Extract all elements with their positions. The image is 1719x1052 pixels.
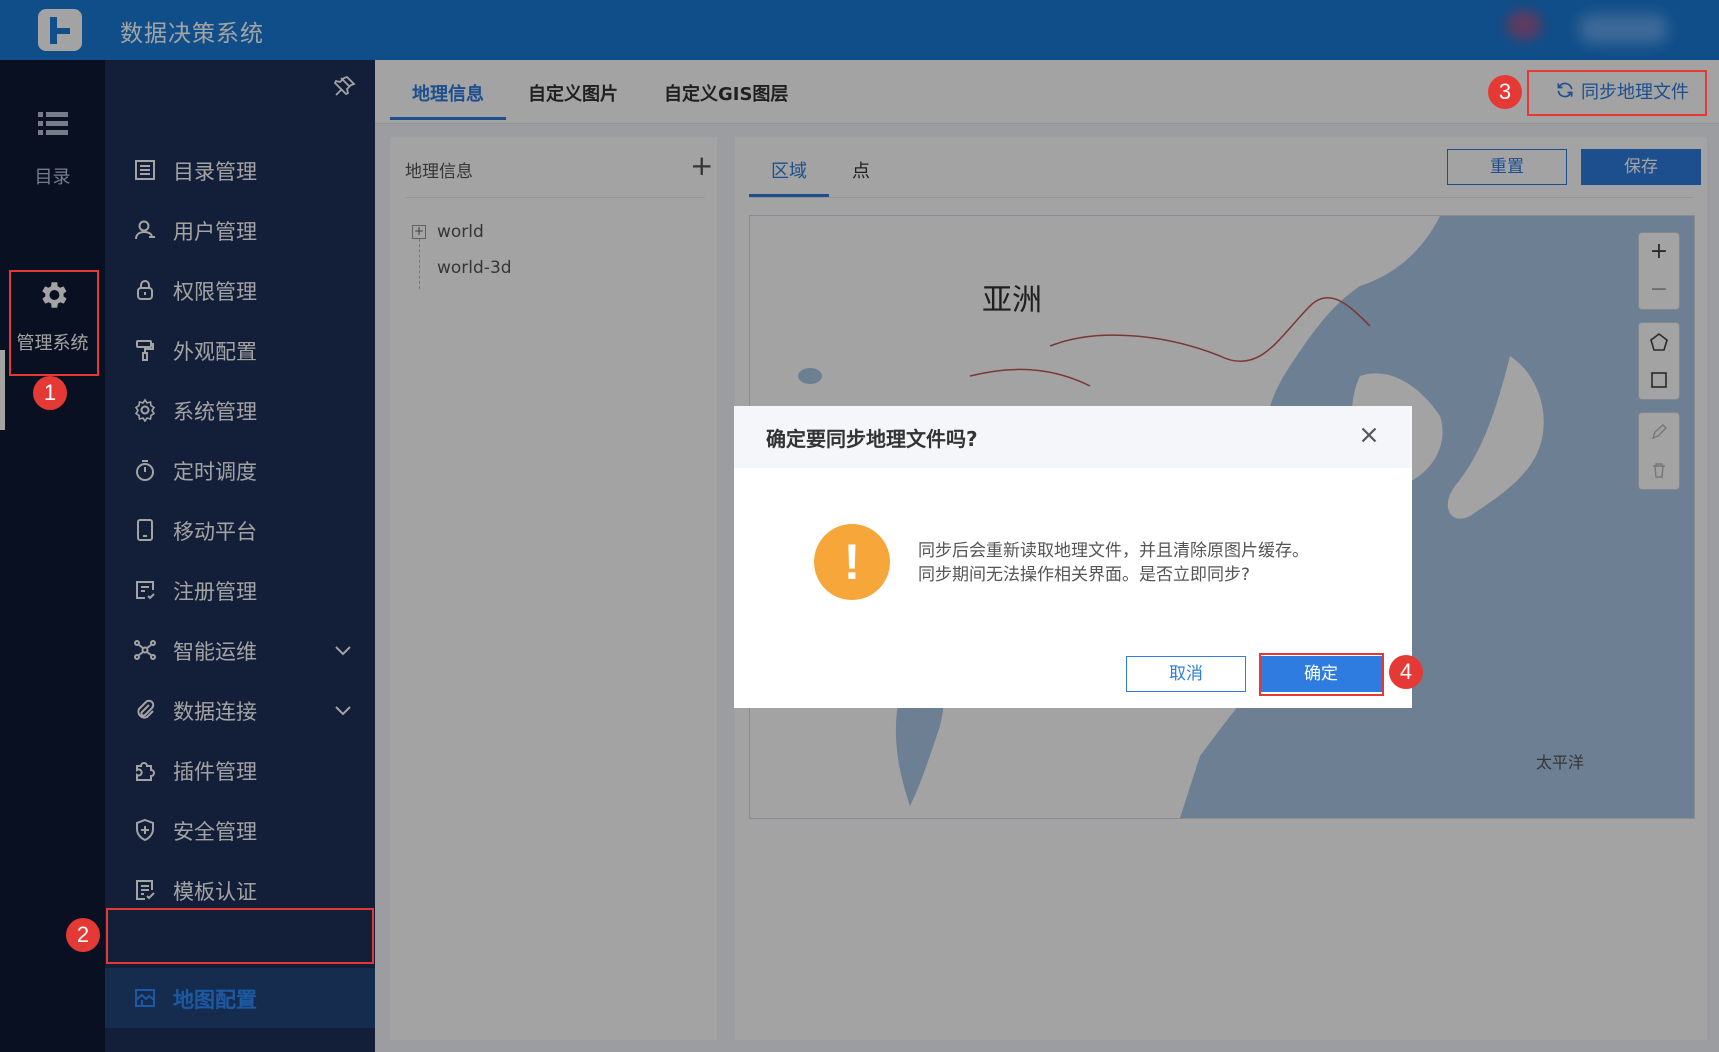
dialog-message: 同步后会重新读取地理文件，并且清除原图片缓存。 同步期间无法操作相关界面。是否立… [918,539,1309,587]
annotation-box-confirm [1259,653,1384,696]
dialog-header: 确定要同步地理文件吗? [734,406,1412,468]
annotation-badge: 1 [33,376,67,410]
annotation-badge: 2 [66,918,100,952]
annotation-box-map-config [106,908,374,964]
cancel-button[interactable]: 取消 [1126,656,1246,692]
close-icon[interactable] [1356,422,1382,448]
warning-icon: ! [814,524,890,600]
dialog-title: 确定要同步地理文件吗? [766,427,978,451]
dialog-message-line2: 同步期间无法操作相关界面。是否立即同步? [918,565,1251,585]
annotation-box-sync [1527,70,1707,116]
annotation-box-admin [9,270,99,376]
annotation-badge: 3 [1488,75,1522,109]
annotation-badge: 4 [1389,655,1423,689]
dialog-message-line1: 同步后会重新读取地理文件，并且清除原图片缓存。 [918,541,1309,561]
